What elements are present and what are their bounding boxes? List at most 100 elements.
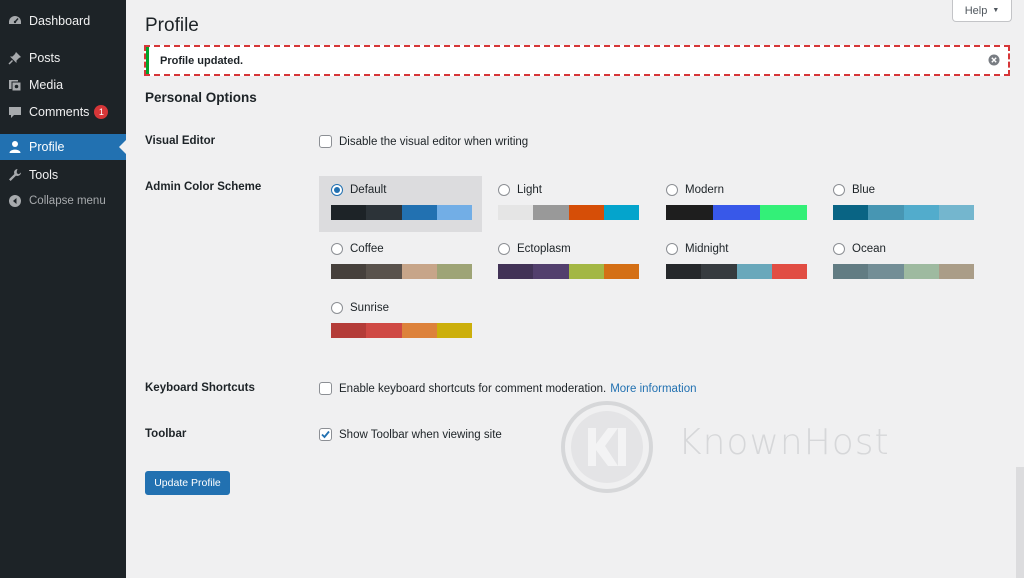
scheme-name: Ectoplasm (517, 243, 571, 255)
scheme-name: Default (350, 184, 387, 196)
color-scheme-option[interactable]: Sunrise (319, 294, 482, 350)
scheme-radio-row[interactable]: Ectoplasm (498, 243, 571, 255)
scheme-swatches (498, 264, 639, 279)
user-icon (8, 140, 22, 154)
keyboard-shortcuts-label: Keyboard Shortcuts (145, 382, 255, 394)
color-swatch (331, 205, 367, 220)
scheme-radio-row[interactable]: Coffee (331, 243, 384, 255)
checkbox-label: Enable keyboard shortcuts for comment mo… (339, 382, 607, 395)
sidebar-item-label: Dashboard (29, 14, 91, 28)
radio-selected-dot (334, 187, 340, 193)
checkbox-label: Disable the visual editor when writing (339, 135, 529, 148)
sidebar-item-label: Profile (29, 140, 65, 154)
color-swatch (401, 205, 437, 220)
help-button[interactable]: Help ▼ (952, 0, 1012, 22)
scheme-radio-row[interactable]: Sunrise (331, 302, 389, 314)
scheme-radio-row[interactable]: Ocean (833, 243, 886, 255)
scheme-radio[interactable] (666, 184, 678, 196)
dashboard-icon (8, 14, 22, 28)
sidebar-item-dashboard[interactable]: Dashboard (0, 8, 126, 34)
color-scheme-option[interactable]: Light (486, 176, 649, 232)
disable-visual-editor-checkbox[interactable] (319, 135, 332, 148)
color-swatch (401, 264, 437, 279)
checkmark-icon (321, 430, 330, 439)
admin-color-scheme-label: Admin Color Scheme (145, 181, 262, 193)
help-label: Help (964, 4, 988, 17)
color-scheme-option[interactable]: Coffee (319, 235, 482, 291)
scheme-name: Ocean (852, 243, 886, 255)
media-icon (8, 78, 22, 92)
sidebar-item-media[interactable]: Media (0, 72, 126, 98)
scheme-radio[interactable] (498, 184, 510, 196)
scheme-radio[interactable] (498, 243, 510, 255)
scheme-radio[interactable] (833, 243, 845, 255)
watermark-text: KnownHost (678, 422, 890, 463)
scheme-swatches (666, 264, 807, 279)
color-swatch (868, 264, 904, 279)
color-swatch (366, 205, 402, 220)
page-edge (1016, 0, 1024, 467)
knownhost-watermark: KnownHost (560, 400, 940, 495)
color-swatch (938, 264, 974, 279)
scheme-radio[interactable] (331, 184, 343, 196)
color-swatch (401, 323, 437, 338)
visual-editor-option[interactable]: Disable the visual editor when writing (319, 135, 528, 148)
scheme-swatches (833, 264, 974, 279)
scheme-radio-row[interactable]: Modern (666, 184, 724, 196)
checkbox-label: Show Toolbar when viewing site (339, 428, 502, 441)
scheme-radio-row[interactable]: Midnight (666, 243, 728, 255)
more-information-link[interactable]: More information (610, 383, 696, 395)
sidebar-item-comments[interactable]: Comments 1 (0, 99, 126, 125)
toolbar-label: Toolbar (145, 428, 187, 440)
color-swatch (760, 205, 807, 220)
keyboard-shortcuts-checkbox[interactable] (319, 382, 332, 395)
sidebar-item-tools[interactable]: Tools (0, 162, 126, 188)
color-scheme-option[interactable]: Ocean (821, 235, 984, 291)
sidebar-item-label: Posts (29, 51, 61, 65)
sidebar-item-profile[interactable]: Profile (0, 134, 126, 160)
color-scheme-option[interactable]: Blue (821, 176, 984, 232)
color-scheme-option[interactable]: Ectoplasm (486, 235, 649, 291)
notice-message: Profile updated. (160, 55, 244, 67)
scheme-name: Sunrise (350, 302, 389, 314)
color-swatch (533, 264, 569, 279)
sidebar-item-posts[interactable]: Posts (0, 45, 126, 71)
scheme-radio[interactable] (331, 302, 343, 314)
toolbar-option[interactable]: Show Toolbar when viewing site (319, 428, 502, 441)
color-scheme-option[interactable]: Midnight (654, 235, 817, 291)
scheme-radio[interactable] (331, 243, 343, 255)
color-swatch (436, 205, 472, 220)
scheme-radio[interactable] (666, 243, 678, 255)
color-swatch (568, 205, 604, 220)
update-profile-button[interactable]: Update Profile (145, 471, 230, 495)
color-swatch (331, 323, 367, 338)
scheme-radio-row[interactable]: Default (331, 184, 386, 196)
color-swatch (498, 264, 534, 279)
comment-count-badge: 1 (94, 105, 109, 119)
color-swatch (498, 205, 534, 220)
pin-icon (8, 51, 22, 65)
color-scheme-option[interactable]: Modern (654, 176, 817, 232)
comment-icon (8, 105, 22, 119)
dismiss-icon[interactable] (988, 54, 1000, 66)
show-toolbar-checkbox[interactable] (319, 428, 332, 441)
knownhost-logo (561, 401, 653, 493)
color-swatch (331, 264, 367, 279)
color-swatch (713, 205, 760, 220)
color-swatch (436, 323, 472, 338)
scheme-swatches (331, 323, 472, 338)
collapse-menu-button[interactable]: Collapse menu (0, 188, 126, 214)
profile-updated-notice: Profile updated. (144, 45, 1010, 76)
scheme-swatches (498, 205, 639, 220)
scheme-swatches (331, 264, 472, 279)
page-edge (1016, 467, 1024, 578)
color-scheme-option[interactable]: Default (319, 176, 482, 232)
scheme-name: Light (517, 184, 542, 196)
admin-sidebar: Dashboard Posts Media Comments 1 Profile… (0, 0, 126, 578)
scheme-radio-row[interactable]: Blue (833, 184, 875, 196)
color-swatch (868, 205, 904, 220)
page-title: Profile (145, 15, 199, 36)
scheme-radio-row[interactable]: Light (498, 184, 542, 196)
scheme-radio[interactable] (833, 184, 845, 196)
keyboard-shortcuts-option[interactable]: Enable keyboard shortcuts for comment mo… (319, 382, 697, 395)
